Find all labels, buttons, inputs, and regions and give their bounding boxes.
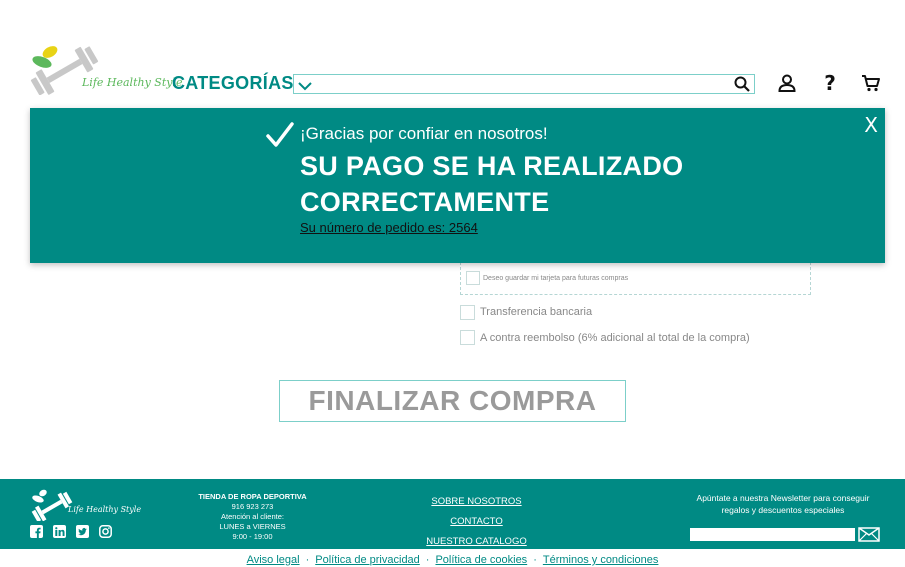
footer-link-catalog[interactable]: NUESTRO CATALOGO <box>420 532 533 552</box>
user-icon <box>778 74 796 92</box>
footer-logo[interactable]: Life Healthy Style <box>30 487 141 523</box>
question-icon: ? <box>824 71 836 95</box>
search-icon <box>734 76 750 92</box>
checkmark-icon <box>266 122 294 147</box>
categories-label: CATEGORÍAS <box>172 73 294 93</box>
attention-label: Atención al cliente: <box>221 512 284 521</box>
legal-link-privacy[interactable]: Política de privacidad <box>315 554 420 566</box>
site-logo[interactable]: Life Healthy Style <box>28 40 183 98</box>
twitter-icon[interactable] <box>76 525 89 538</box>
footer-link-about[interactable]: SOBRE NOSOTROS <box>420 492 533 512</box>
separator: · <box>305 554 310 566</box>
save-card-checkbox[interactable] <box>466 271 480 285</box>
newsletter-submit-button[interactable] <box>858 527 880 542</box>
page: Life Healthy Style CATEGORÍAS ? Deseo gu… <box>0 0 905 567</box>
instagram-icon[interactable] <box>99 525 112 538</box>
categories-menu[interactable]: CATEGORÍAS <box>172 73 312 94</box>
save-card-label: Deseo guardar mi tarjeta para futuras co… <box>483 275 629 282</box>
cash-on-delivery-checkbox[interactable] <box>460 330 475 345</box>
footer: Life Healthy Style TIENDA DE ROPA DEPORT… <box>0 479 905 549</box>
footer-link-contact[interactable]: CONTACTO <box>420 512 533 532</box>
attention-days: LUNES a VIERNES <box>219 522 286 531</box>
logo-text: Life Healthy Style <box>82 76 183 89</box>
store-title: TIENDA DE ROPA DEPORTIVA <box>198 492 307 501</box>
payment-success-modal: X ¡Gracias por confiar en nosotros! SU P… <box>30 108 885 263</box>
cash-on-delivery-label: A contra reembolso (6% adicional al tota… <box>480 332 750 344</box>
separator: · <box>533 554 537 566</box>
cart-icon <box>862 75 880 92</box>
newsletter-text: Apúntate a nuestra Newsletter para conse… <box>696 493 870 515</box>
legal-link-terms[interactable]: Términos y condiciones <box>543 554 659 566</box>
footer-links: SOBRE NOSOTROS CONTACTO NUESTRO CATALOGO <box>420 492 533 552</box>
help-button[interactable]: ? <box>819 71 841 95</box>
search-bar <box>293 74 755 94</box>
success-headline: SU PAGO SE HA REALIZADO CORRECTAMENTE <box>300 151 684 217</box>
dumbbell-logo-icon <box>31 489 73 523</box>
order-number: Su número de pedido es: 2564 <box>300 220 478 235</box>
newsletter-email-input[interactable] <box>690 528 855 541</box>
legal-links: Aviso legal · Política de privacidad · Polít… <box>0 554 905 566</box>
search-input[interactable] <box>294 75 730 93</box>
search-button[interactable] <box>730 75 754 93</box>
close-modal-button[interactable]: X <box>864 113 878 137</box>
bank-transfer-label: Transferencia bancaria <box>480 306 593 318</box>
finalize-purchase-button[interactable]: FINALIZAR COMPRA <box>279 380 626 422</box>
attention-hours: 9:00 - 19:00 <box>232 532 273 541</box>
social-links <box>30 525 112 538</box>
facebook-icon[interactable] <box>30 525 43 538</box>
footer-logo-text: Life Healthy Style <box>68 505 142 514</box>
cart-button[interactable] <box>860 72 882 94</box>
thanks-message: ¡Gracias por confiar en nosotros! <box>300 124 548 143</box>
bank-transfer-checkbox[interactable] <box>460 305 475 320</box>
store-phone: 916 923 273 <box>231 502 274 511</box>
account-button[interactable] <box>776 72 798 94</box>
envelope-icon <box>858 527 880 542</box>
store-info: TIENDA DE ROPA DEPORTIVA 916 923 273 Ate… <box>190 492 315 542</box>
linkedin-icon[interactable] <box>53 525 66 538</box>
legal-link-notice[interactable]: Aviso legal <box>247 554 300 566</box>
separator: · <box>425 554 430 566</box>
legal-link-cookies[interactable]: Política de cookies <box>435 554 527 566</box>
